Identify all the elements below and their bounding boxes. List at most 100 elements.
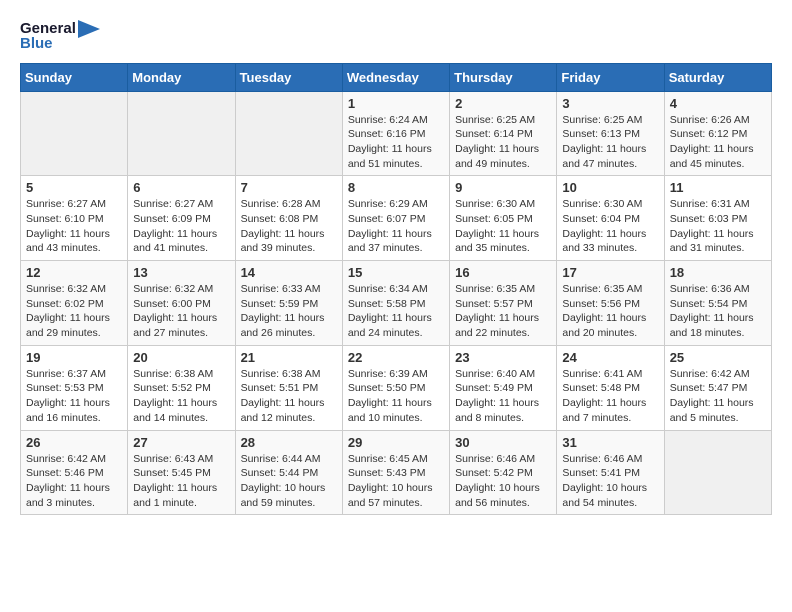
calendar-cell: 29 Sunrise: 6:45 AMSunset: 5:43 PMDayligh… [342, 430, 449, 515]
calendar-cell: 30Sunrise: 6:46 AMSunset: 5:42 PMDayligh… [450, 430, 557, 515]
calendar-cell: 15 Sunrise: 6:34 AMSunset: 5:58 PMDayligh… [342, 261, 449, 346]
calendar-cell: 8 Sunrise: 6:29 AMSunset: 6:07 PMDaylight… [342, 176, 449, 261]
calendar-cell: 2 Sunrise: 6:25 AMSunset: 6:14 PMDaylight… [450, 91, 557, 176]
calendar-cell: 25 Sunrise: 6:42 AMSunset: 5:47 PMDayligh… [664, 345, 771, 430]
calendar-cell: 13Sunrise: 6:32 AMSunset: 6:00 PMDayligh… [128, 261, 235, 346]
cell-info: Sunrise: 6:40 AMSunset: 5:49 PMDaylight:… [455, 367, 551, 426]
calendar-cell [21, 91, 128, 176]
day-number: 5 [26, 180, 122, 195]
calendar-cell: 19 Sunrise: 6:37 AMSunset: 5:53 PMDayligh… [21, 345, 128, 430]
cell-info: Sunrise: 6:30 AMSunset: 6:04 PMDaylight:… [562, 197, 658, 256]
cell-info: Sunrise: 6:24 AMSunset: 6:16 PMDaylight:… [348, 113, 444, 172]
calendar-cell: 4 Sunrise: 6:26 AMSunset: 6:12 PMDaylight… [664, 91, 771, 176]
calendar-cell: 11 Sunrise: 6:31 AMSunset: 6:03 PMDayligh… [664, 176, 771, 261]
calendar-cell [235, 91, 342, 176]
cell-info: Sunrise: 6:42 AMSunset: 5:47 PMDaylight:… [670, 367, 766, 426]
logo: General Blue [20, 20, 100, 53]
day-number: 14 [241, 265, 337, 280]
cell-info: Sunrise: 6:44 AMSunset: 5:44 PMDaylight:… [241, 452, 337, 511]
calendar-cell: 6Sunrise: 6:27 AMSunset: 6:09 PMDaylight… [128, 176, 235, 261]
calendar-cell: 5 Sunrise: 6:27 AMSunset: 6:10 PMDaylight… [21, 176, 128, 261]
calendar-cell: 14 Sunrise: 6:33 AMSunset: 5:59 PMDayligh… [235, 261, 342, 346]
cell-info: Sunrise: 6:36 AMSunset: 5:54 PMDaylight:… [670, 282, 766, 341]
calendar-cell: 17 Sunrise: 6:35 AMSunset: 5:56 PMDayligh… [557, 261, 664, 346]
cell-info: Sunrise: 6:45 AMSunset: 5:43 PMDaylight:… [348, 452, 444, 511]
cell-info: Sunrise: 6:35 AMSunset: 5:57 PMDaylight:… [455, 282, 551, 341]
cell-info: Sunrise: 6:35 AMSunset: 5:56 PMDaylight:… [562, 282, 658, 341]
calendar-cell: 27 Sunrise: 6:43 AMSunset: 5:45 PMDayligh… [128, 430, 235, 515]
logo-arrow-icon [78, 20, 100, 38]
calendar-cell: 16 Sunrise: 6:35 AMSunset: 5:57 PMDayligh… [450, 261, 557, 346]
day-number: 9 [455, 180, 551, 195]
cell-info: Sunrise: 6:38 AMSunset: 5:52 PMDaylight:… [133, 367, 229, 426]
calendar-cell: 20Sunrise: 6:38 AMSunset: 5:52 PMDayligh… [128, 345, 235, 430]
calendar-table: SundayMondayTuesdayWednesdayThursdayFrid… [20, 63, 772, 516]
day-number: 19 [26, 350, 122, 365]
day-number: 25 [670, 350, 766, 365]
calendar-cell: 24 Sunrise: 6:41 AMSunset: 5:48 PMDayligh… [557, 345, 664, 430]
cell-info: Sunrise: 6:31 AMSunset: 6:03 PMDaylight:… [670, 197, 766, 256]
page-header: General Blue [20, 20, 772, 53]
calendar-cell [664, 430, 771, 515]
day-header-wednesday: Wednesday [342, 63, 449, 91]
calendar-week-row: 12Sunrise: 6:32 AMSunset: 6:02 PMDayligh… [21, 261, 772, 346]
cell-info: Sunrise: 6:25 AMSunset: 6:14 PMDaylight:… [455, 113, 551, 172]
calendar-week-row: 1Sunrise: 6:24 AMSunset: 6:16 PMDaylight… [21, 91, 772, 176]
calendar-week-row: 5 Sunrise: 6:27 AMSunset: 6:10 PMDaylight… [21, 176, 772, 261]
day-number: 23 [455, 350, 551, 365]
day-number: 4 [670, 96, 766, 111]
day-number: 31 [562, 435, 658, 450]
calendar-cell: 12Sunrise: 6:32 AMSunset: 6:02 PMDayligh… [21, 261, 128, 346]
day-number: 8 [348, 180, 444, 195]
cell-info: Sunrise: 6:41 AMSunset: 5:48 PMDaylight:… [562, 367, 658, 426]
calendar-cell: 21 Sunrise: 6:38 AMSunset: 5:51 PMDayligh… [235, 345, 342, 430]
day-number: 30 [455, 435, 551, 450]
day-number: 2 [455, 96, 551, 111]
day-header-sunday: Sunday [21, 63, 128, 91]
day-header-thursday: Thursday [450, 63, 557, 91]
calendar-cell: 18 Sunrise: 6:36 AMSunset: 5:54 PMDayligh… [664, 261, 771, 346]
day-header-friday: Friday [557, 63, 664, 91]
cell-info: Sunrise: 6:37 AMSunset: 5:53 PMDaylight:… [26, 367, 122, 426]
logo-text-blue: Blue [20, 36, 100, 53]
cell-info: Sunrise: 6:28 AMSunset: 6:08 PMDaylight:… [241, 197, 337, 256]
cell-info: Sunrise: 6:29 AMSunset: 6:07 PMDaylight:… [348, 197, 444, 256]
calendar-cell: 9Sunrise: 6:30 AMSunset: 6:05 PMDaylight… [450, 176, 557, 261]
calendar-cell [128, 91, 235, 176]
day-number: 10 [562, 180, 658, 195]
day-header-monday: Monday [128, 63, 235, 91]
day-number: 29 [348, 435, 444, 450]
day-number: 17 [562, 265, 658, 280]
calendar-cell: 10 Sunrise: 6:30 AMSunset: 6:04 PMDayligh… [557, 176, 664, 261]
cell-info: Sunrise: 6:34 AMSunset: 5:58 PMDaylight:… [348, 282, 444, 341]
cell-info: Sunrise: 6:26 AMSunset: 6:12 PMDaylight:… [670, 113, 766, 172]
calendar-cell: 1Sunrise: 6:24 AMSunset: 6:16 PMDaylight… [342, 91, 449, 176]
calendar-cell: 31Sunrise: 6:46 AMSunset: 5:41 PMDayligh… [557, 430, 664, 515]
calendar-cell: 26Sunrise: 6:42 AMSunset: 5:46 PMDayligh… [21, 430, 128, 515]
day-number: 15 [348, 265, 444, 280]
day-number: 16 [455, 265, 551, 280]
calendar-cell: 23 Sunrise: 6:40 AMSunset: 5:49 PMDayligh… [450, 345, 557, 430]
day-number: 7 [241, 180, 337, 195]
day-number: 11 [670, 180, 766, 195]
cell-info: Sunrise: 6:27 AMSunset: 6:09 PMDaylight:… [133, 197, 229, 256]
calendar-cell: 7 Sunrise: 6:28 AMSunset: 6:08 PMDaylight… [235, 176, 342, 261]
cell-info: Sunrise: 6:43 AMSunset: 5:45 PMDaylight:… [133, 452, 229, 511]
calendar-cell: 28 Sunrise: 6:44 AMSunset: 5:44 PMDayligh… [235, 430, 342, 515]
cell-info: Sunrise: 6:42 AMSunset: 5:46 PMDaylight:… [26, 452, 122, 511]
day-number: 21 [241, 350, 337, 365]
cell-info: Sunrise: 6:39 AMSunset: 5:50 PMDaylight:… [348, 367, 444, 426]
day-number: 28 [241, 435, 337, 450]
cell-info: Sunrise: 6:38 AMSunset: 5:51 PMDaylight:… [241, 367, 337, 426]
day-header-saturday: Saturday [664, 63, 771, 91]
day-number: 18 [670, 265, 766, 280]
calendar-cell: 22 Sunrise: 6:39 AMSunset: 5:50 PMDayligh… [342, 345, 449, 430]
day-number: 24 [562, 350, 658, 365]
calendar-header-row: SundayMondayTuesdayWednesdayThursdayFrid… [21, 63, 772, 91]
day-header-tuesday: Tuesday [235, 63, 342, 91]
cell-info: Sunrise: 6:33 AMSunset: 5:59 PMDaylight:… [241, 282, 337, 341]
cell-info: Sunrise: 6:27 AMSunset: 6:10 PMDaylight:… [26, 197, 122, 256]
day-number: 27 [133, 435, 229, 450]
calendar-week-row: 26Sunrise: 6:42 AMSunset: 5:46 PMDayligh… [21, 430, 772, 515]
day-number: 22 [348, 350, 444, 365]
